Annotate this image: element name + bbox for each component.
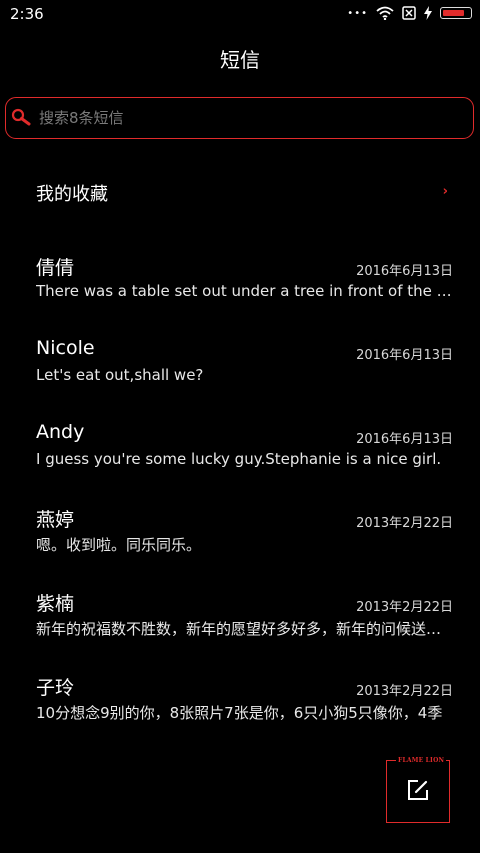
message-item[interactable]: Andy 2016年6月13日 I guess you're some luck… bbox=[0, 416, 480, 500]
message-date: 2016年6月13日 bbox=[356, 432, 453, 447]
message-date: 2016年6月13日 bbox=[356, 264, 453, 279]
wifi-icon bbox=[376, 6, 394, 20]
message-date: 2013年2月22日 bbox=[356, 684, 453, 699]
message-sender: Nicole bbox=[36, 337, 95, 359]
favorites-row[interactable]: 我的收藏 › bbox=[0, 170, 480, 216]
message-date: 2013年2月22日 bbox=[356, 516, 453, 531]
message-list: 倩倩 2016年6月13日 There was a table set out … bbox=[0, 248, 480, 752]
status-bar: 2:36 ••• bbox=[0, 0, 480, 28]
chevron-right-icon: › bbox=[442, 184, 448, 199]
message-sender: 倩倩 bbox=[36, 257, 75, 279]
status-time: 2:36 bbox=[10, 5, 44, 23]
status-icons: ••• bbox=[347, 6, 472, 20]
message-preview: 嗯。收到啦。同乐同乐。 bbox=[36, 536, 202, 554]
message-item[interactable]: Nicole 2016年6月13日 Let's eat out,shall we… bbox=[0, 332, 480, 416]
bolt-icon bbox=[424, 6, 432, 20]
message-item[interactable]: 倩倩 2016年6月13日 There was a table set out … bbox=[0, 248, 480, 332]
compose-area: FLAME LION bbox=[386, 756, 450, 823]
search-box[interactable] bbox=[5, 97, 474, 139]
compose-icon bbox=[407, 779, 429, 805]
message-preview: 10分想念9别的你，8张照片7张是你，6只小狗5只像你，4季 bbox=[36, 704, 443, 722]
message-preview: Let's eat out,shall we? bbox=[36, 366, 204, 384]
message-item[interactable]: 子玲 2013年2月22日 10分想念9别的你，8张照片7张是你，6只小狗5只像… bbox=[0, 668, 480, 752]
message-sender: 紫楠 bbox=[36, 593, 75, 615]
compose-button[interactable] bbox=[386, 760, 450, 823]
message-item[interactable]: 紫楠 2013年2月22日 新年的祝福数不胜数，新年的愿望好多好多，新年的问候送… bbox=[0, 584, 480, 668]
favorites-label: 我的收藏 bbox=[36, 184, 108, 205]
search-icon bbox=[11, 108, 31, 128]
page-title: 短信 bbox=[220, 48, 260, 72]
message-sender: 燕婷 bbox=[36, 509, 75, 531]
search-input[interactable] bbox=[39, 109, 439, 127]
compose-badge: FLAME LION bbox=[396, 756, 447, 766]
battery-icon bbox=[440, 7, 472, 19]
message-date: 2013年2月22日 bbox=[356, 600, 453, 615]
more-dots-icon: ••• bbox=[347, 7, 368, 19]
battery-fill bbox=[443, 10, 464, 16]
message-preview: I guess you're some lucky guy.Stephanie … bbox=[36, 450, 442, 468]
message-sender: Andy bbox=[36, 421, 85, 443]
no-sim-icon bbox=[402, 6, 416, 20]
message-sender: 子玲 bbox=[36, 677, 75, 699]
message-preview: 新年的祝福数不胜数，新年的愿望好多好多，新年的问候送给你 bbox=[36, 620, 454, 638]
message-item[interactable]: 燕婷 2013年2月22日 嗯。收到啦。同乐同乐。 bbox=[0, 500, 480, 584]
message-preview: There was a table set out under a tree i… bbox=[36, 282, 454, 300]
message-date: 2016年6月13日 bbox=[356, 348, 453, 363]
